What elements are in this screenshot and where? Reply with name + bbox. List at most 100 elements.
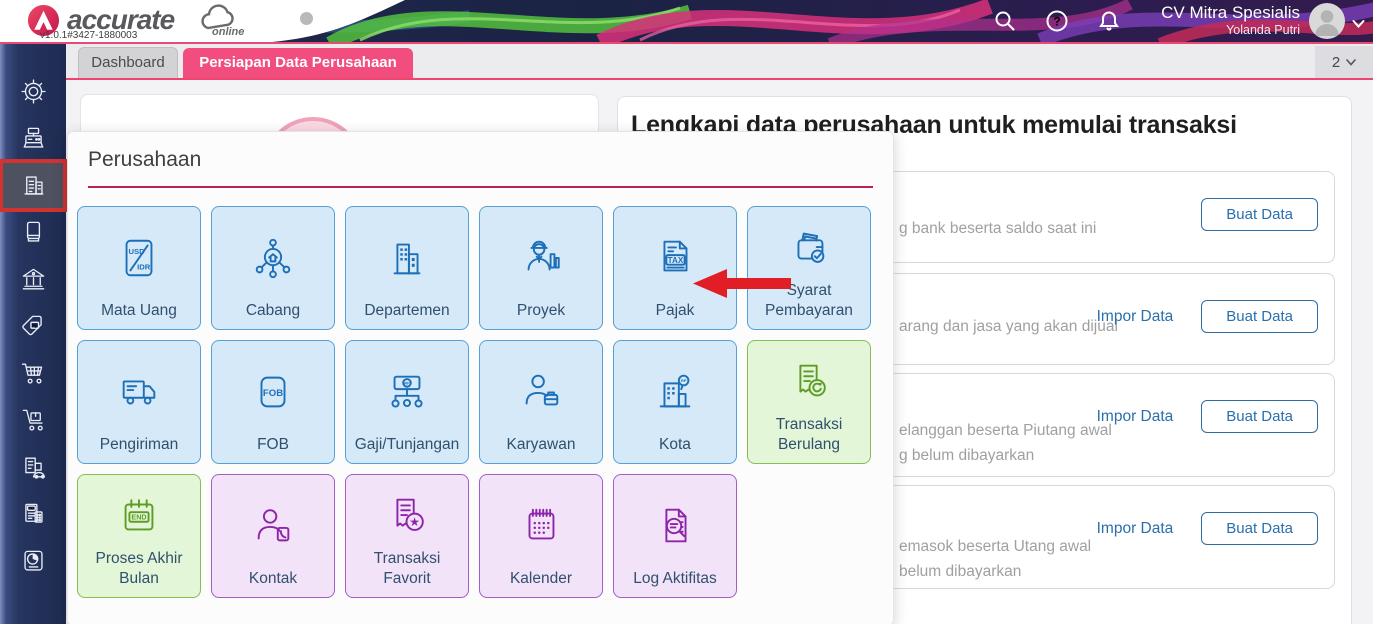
favorite-transaction-icon: ★ [384,475,430,549]
sidebar-item-cash-register[interactable] [2,115,64,162]
tile-departemen[interactable]: Departemen [345,206,469,330]
tile-cabang[interactable]: Cabang [211,206,335,330]
tax-document-icon: TAX [24,503,43,523]
svg-text:FOB: FOB [263,388,283,399]
sidebar-item-pricing[interactable]: Rp [2,303,64,350]
buat-data-button[interactable]: Buat Data [1201,512,1318,545]
buat-data-button[interactable]: Buat Data [1201,300,1318,333]
svg-text:TAX: TAX [28,506,35,510]
sales-cart-icon [21,363,42,384]
currency-usd-idr-icon: USD IDR [116,207,162,301]
svg-text:Rp: Rp [31,323,37,328]
tile-label: Pajak [655,301,695,319]
chevron-down-icon[interactable] [1352,16,1365,28]
recurring-transaction-icon [786,341,832,415]
sidebar-item-assets[interactable] [2,444,64,491]
tile-label: Mata Uang [101,301,177,319]
card-description-line2: belum dibayarkan [899,563,1022,580]
salary-allowance-icon: RP [384,341,430,435]
tab-dashboard[interactable]: Dashboard [78,47,178,78]
help-icon[interactable]: ? [1045,9,1069,33]
tile-mata-uang[interactable]: USD IDR Mata Uang [77,206,201,330]
svg-text:RP: RP [681,378,687,383]
purchase-trolley-icon [22,409,43,431]
sidebar-item-reports[interactable] [2,538,64,585]
payment-terms-wallet-icon [786,207,832,281]
card-description-line1: emasok beserta Utang awal [899,538,1092,555]
version-label: v1.0.1#3427-1880003 [40,30,138,41]
bank-icon [22,268,44,290]
tile-label: FOB [257,435,289,453]
project-worker-icon [518,207,564,301]
tile-label: Departemen [364,301,450,319]
user-name: Yolanda Putri [1226,23,1300,37]
avatar[interactable] [1309,3,1345,39]
activity-log-icon [652,475,698,569]
asset-building-icon [24,457,45,479]
tile-log-aktifitas[interactable]: Log Aktifitas [613,474,737,598]
company-name: CV Mitra Spesialis [1161,3,1300,22]
contact-icon [250,475,296,569]
sidebar-item-settings[interactable] [2,68,64,115]
account-info: CV Mitra Spesialis Yolanda Putri [1161,2,1300,38]
tab-persiapan-data-perusahaan[interactable]: Persiapan Data Perusahaan [183,48,413,78]
svg-text:USD: USD [128,247,145,256]
card-description: elanggan beserta Piutang awal g belum di… [899,418,1112,468]
status-dot [300,12,313,25]
brand-online-label: online [212,26,245,38]
tile-proyek[interactable]: Proyek [479,206,603,330]
buat-data-button[interactable]: Buat Data [1201,400,1318,433]
tile-gaji-tunjangan[interactable]: RP Gaji/Tunjangan [345,340,469,464]
tile-label: Cabang [245,301,301,319]
city-rp-icon: RP [652,341,698,435]
tile-pengiriman[interactable]: Pengiriman [77,340,201,464]
top-header-bar: accurate online v1.0.1#3427-1880003 ? CV… [0,0,1373,42]
tile-transaksi-berulang[interactable]: Transaksi Berulang [747,340,871,464]
tile-label: Transaksi Berulang [775,416,843,453]
price-tag-rp-icon: Rp [21,315,42,336]
tile-proses-akhir-bulan[interactable]: END Proses Akhir Bulan [77,474,201,598]
impor-data-link[interactable]: Impor Data [1097,308,1174,326]
sidebar-item-bank[interactable] [2,256,64,303]
sidebar-item-tax[interactable]: TAX [2,491,64,538]
buat-data-button[interactable]: Buat Data [1201,198,1318,231]
pointer-arrow [693,269,791,298]
month-end-calendar-icon: END [116,475,162,549]
report-chart-icon [23,550,43,571]
tile-label: Kalender [509,569,573,587]
tile-karyawan[interactable]: Karyawan [479,340,603,464]
svg-text:TAX: TAX [668,256,684,265]
card-description: emasok beserta Utang awal belum dibayark… [899,534,1091,584]
tile-transaksi-favorit[interactable]: ★ Transaksi Favorit [345,474,469,598]
shipment-truck-icon [116,341,162,435]
impor-data-link[interactable]: Impor Data [1097,408,1174,426]
app-window: accurate online v1.0.1#3427-1880003 ? CV… [0,0,1373,624]
svg-text:IDR: IDR [137,262,151,271]
sidebar-item-ledger[interactable] [2,209,64,256]
sidebar-item-sales[interactable] [2,350,64,397]
bell-icon[interactable] [1097,9,1121,33]
cash-register-icon [23,127,43,148]
ledger-book-icon [26,221,40,242]
tab-counter-value: 2 [1331,53,1341,71]
tab-bar: Dashboard Persiapan Data Perusahaan 2 [66,44,1373,80]
tile-fob[interactable]: FOB FOB [211,340,335,464]
impor-data-link[interactable]: Impor Data [1097,520,1174,538]
sidebar-item-company[interactable] [0,159,67,212]
search-icon[interactable] [993,9,1017,33]
sidebar-item-purchases[interactable] [2,397,64,444]
tile-label: Transaksi Favorit [373,550,441,587]
tile-kalender[interactable]: Kalender [479,474,603,598]
calendar-icon [518,475,564,569]
tile-label: Karyawan [506,435,576,453]
svg-text:RP: RP [404,380,410,385]
svg-text:★: ★ [410,517,420,529]
tile-kota[interactable]: RP Kota [613,340,737,464]
popup-title: Perusahaan [88,148,202,171]
tile-kontak[interactable]: Kontak [211,474,335,598]
tile-label: Gaji/Tunjangan [354,435,460,453]
tile-label: Log Aktifitas [633,569,717,587]
tile-label: Proyek [516,301,566,319]
tab-counter[interactable]: 2 [1315,46,1373,78]
sidebar-nav: Rp TAX [0,44,67,624]
